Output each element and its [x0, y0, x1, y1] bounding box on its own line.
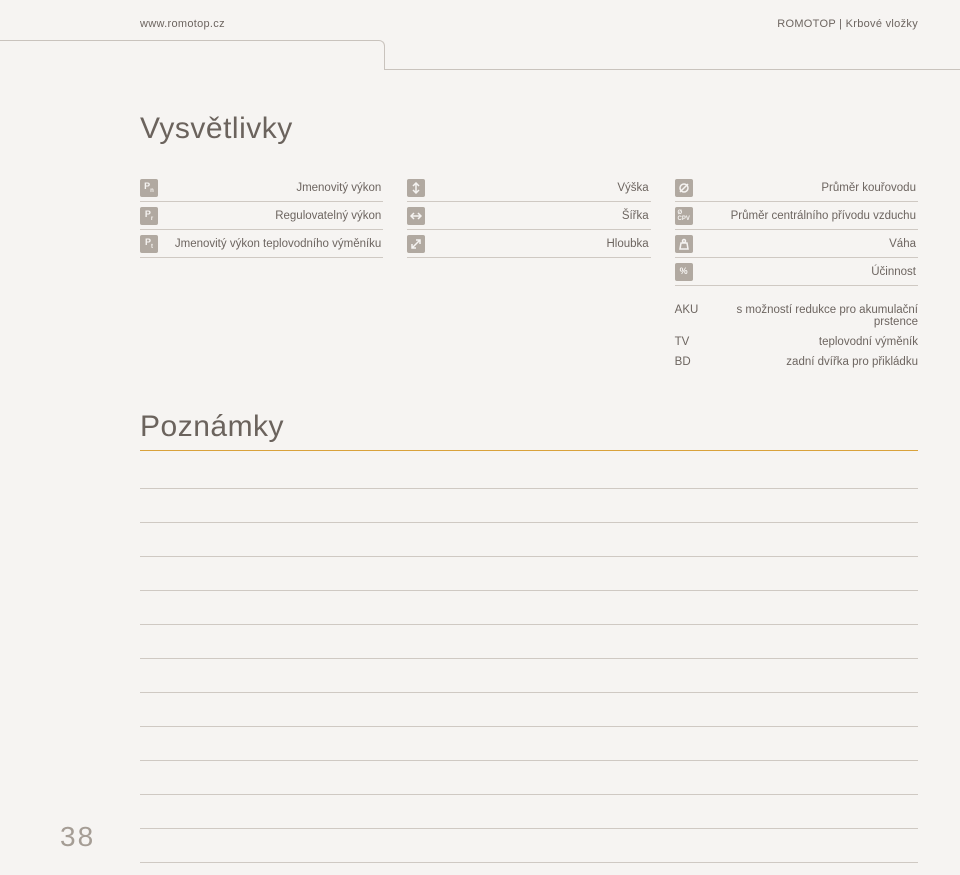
note-line: [140, 829, 918, 863]
note-line: [140, 455, 918, 489]
efficiency-icon: %: [675, 263, 693, 281]
note-line: [140, 591, 918, 625]
main-content: Vysvětlivky Pn Jmenovitý výkon Pr Regulo…: [0, 112, 960, 863]
note-line: [140, 659, 918, 693]
legend-row: Hloubka: [407, 230, 650, 258]
abbr-code: TV: [675, 336, 725, 348]
note-line: [140, 693, 918, 727]
note-line: [140, 625, 918, 659]
page-header: www.romotop.cz ROMOTOP | Krbové vložky: [0, 0, 960, 40]
abbreviations: AKU s možností redukce pro akumulační pr…: [675, 304, 918, 368]
legend-label: Účinnost: [693, 266, 918, 278]
abbr-row: TV teplovodní výměník: [675, 336, 918, 348]
abbr-desc: s možností redukce pro akumulační prsten…: [725, 304, 918, 328]
abbr-row: BD zadní dvířka pro přikládku: [675, 356, 918, 368]
abbr-row: AKU s možností redukce pro akumulační pr…: [675, 304, 918, 328]
section-label: ROMOTOP | Krbové vložky: [777, 18, 918, 30]
power-nominal-icon: Pn: [140, 179, 158, 197]
legend-col-3: Průměr kouřovodu ØCPV Průměr centrálního…: [675, 174, 918, 376]
legend-label: Průměr centrálního přívodu vzduchu: [693, 210, 918, 222]
legend-row: Pt Jmenovitý výkon teplovodního výměníku: [140, 230, 383, 258]
note-line: [140, 523, 918, 557]
page-number: 38: [60, 821, 95, 853]
notes-lines: [140, 455, 918, 863]
note-line: [140, 761, 918, 795]
legend-row: Pn Jmenovitý výkon: [140, 174, 383, 202]
note-line: [140, 795, 918, 829]
power-water-icon: Pt: [140, 235, 158, 253]
legend-row: Váha: [675, 230, 918, 258]
legend-label: Jmenovitý výkon teplovodního výměníku: [158, 238, 383, 250]
abbr-desc: zadní dvířka pro přikládku: [725, 356, 918, 368]
width-icon: [407, 207, 425, 225]
note-line: [140, 489, 918, 523]
legend-col-1: Pn Jmenovitý výkon Pr Regulovatelný výko…: [140, 174, 383, 376]
legend-label: Hloubka: [425, 238, 650, 250]
legend-col-2: Výška Šířka Hloubka: [407, 174, 650, 376]
legend-row: Pr Regulovatelný výkon: [140, 202, 383, 230]
legend-label: Šířka: [425, 210, 650, 222]
abbr-desc: teplovodní výměník: [725, 336, 918, 348]
tab-divider: [0, 40, 960, 70]
legend-label: Výška: [425, 182, 650, 194]
legend-label: Jmenovitý výkon: [158, 182, 383, 194]
legend-label: Váha: [693, 238, 918, 250]
legend-row: Šířka: [407, 202, 650, 230]
abbr-code: BD: [675, 356, 725, 368]
abbr-code: AKU: [675, 304, 725, 328]
air-inlet-icon: ØCPV: [675, 207, 693, 225]
weight-icon: [675, 235, 693, 253]
flue-diameter-icon: [675, 179, 693, 197]
note-line: [140, 727, 918, 761]
depth-icon: [407, 235, 425, 253]
note-line: [140, 557, 918, 591]
legend-columns: Pn Jmenovitý výkon Pr Regulovatelný výko…: [140, 174, 918, 376]
legend-row: Průměr kouřovodu: [675, 174, 918, 202]
height-icon: [407, 179, 425, 197]
legend-label: Průměr kouřovodu: [693, 182, 918, 194]
legend-label: Regulovatelný výkon: [158, 210, 383, 222]
site-url: www.romotop.cz: [140, 18, 225, 30]
legend-title: Vysvětlivky: [140, 112, 918, 146]
power-adjustable-icon: Pr: [140, 207, 158, 225]
notes-title: Poznámky: [140, 410, 918, 451]
legend-row: Výška: [407, 174, 650, 202]
legend-row: % Účinnost: [675, 258, 918, 286]
legend-row: ØCPV Průměr centrálního přívodu vzduchu: [675, 202, 918, 230]
